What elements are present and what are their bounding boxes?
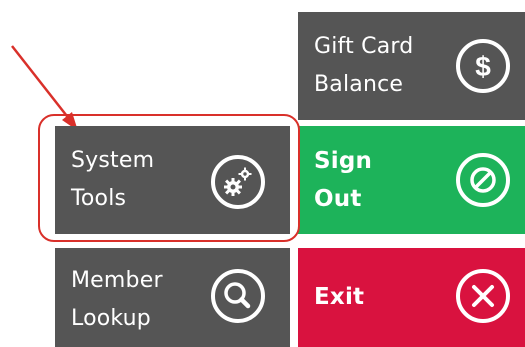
gears-icon	[210, 154, 266, 210]
close-x-icon	[455, 268, 511, 324]
system-tools-tile[interactable]: System Tools	[55, 126, 290, 234]
svg-text:$: $	[475, 51, 491, 82]
exit-label: Exit	[314, 284, 365, 310]
gift-card-balance-tile[interactable]: Gift Card Balance $	[298, 12, 525, 120]
prohibit-circle-icon	[455, 152, 511, 208]
exit-tile[interactable]: Exit	[298, 248, 525, 347]
dollar-circle-icon: $	[455, 38, 511, 94]
sign-out-tile[interactable]: Sign Out	[298, 126, 525, 234]
gift-card-balance-label: Gift Card Balance	[314, 34, 414, 97]
system-tools-label: System Tools	[71, 148, 155, 211]
member-lookup-tile[interactable]: Member Lookup	[55, 248, 290, 347]
search-magnifier-icon	[210, 268, 266, 324]
member-lookup-label: Member Lookup	[71, 268, 163, 331]
sign-out-label: Sign Out	[314, 148, 373, 212]
